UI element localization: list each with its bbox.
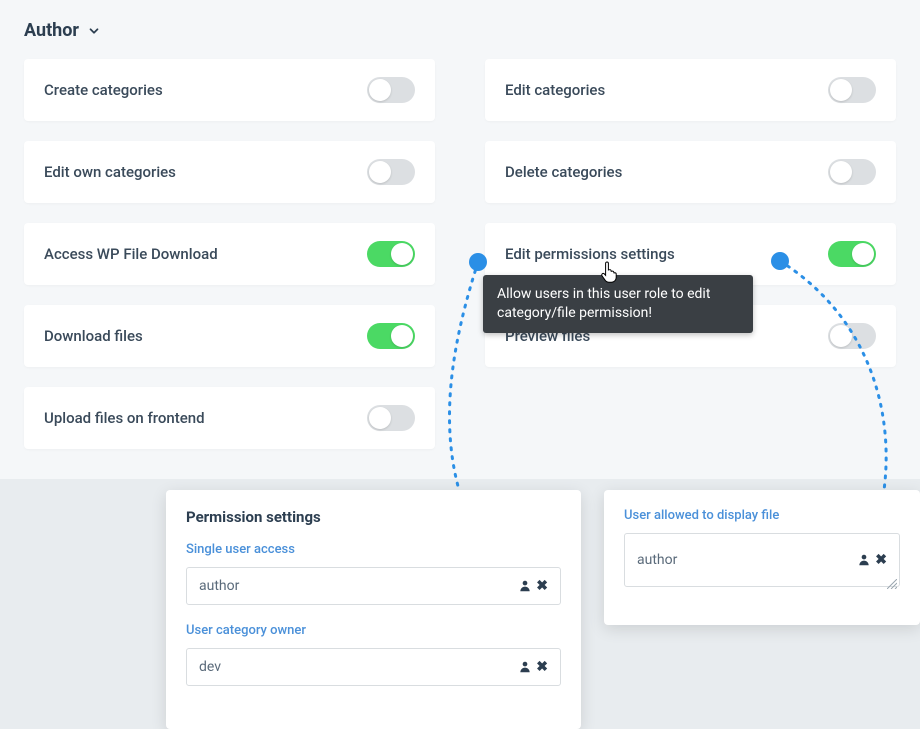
perm-label: Delete categories <box>505 163 622 181</box>
perm-label: Create categories <box>44 81 163 99</box>
panel-title: Permission settings <box>186 508 561 526</box>
chevron-down-icon <box>87 24 101 38</box>
resize-handle-icon[interactable] <box>887 574 897 584</box>
perm-access-wp-file-download: Access WP File Download <box>24 223 435 285</box>
perm-upload-files-frontend: Upload files on frontend <box>24 387 435 449</box>
panel-title: User allowed to display file <box>624 508 900 523</box>
perm-toggle[interactable] <box>367 241 415 267</box>
perm-edit-own-categories: Edit own categories <box>24 141 435 203</box>
perm-label: Upload files on frontend <box>44 409 205 427</box>
tag-value: dev <box>199 659 221 675</box>
person-icon <box>518 660 532 674</box>
perm-label: Edit permissions settings <box>505 245 675 263</box>
role-selector[interactable]: Author <box>24 20 896 41</box>
single-user-access-input[interactable]: author ✖ <box>186 567 561 605</box>
user-allowed-display-panel: User allowed to display file author ✖ <box>604 490 920 625</box>
perm-create-categories: Create categories <box>24 59 435 121</box>
perm-edit-categories: Edit categories <box>485 59 896 121</box>
perm-label: Access WP File Download <box>44 245 218 263</box>
close-icon[interactable]: ✖ <box>536 659 548 675</box>
single-user-access-label: Single user access <box>186 542 561 557</box>
tag-value: author <box>199 578 239 594</box>
cursor-hand-icon <box>600 260 620 288</box>
perm-toggle[interactable] <box>828 241 876 267</box>
user-category-owner-input[interactable]: dev ✖ <box>186 648 561 686</box>
perm-toggle[interactable] <box>367 159 415 185</box>
permissions-grid: Create categories Edit categories Edit o… <box>24 59 896 449</box>
person-icon <box>518 579 532 593</box>
perm-toggle[interactable] <box>367 77 415 103</box>
perm-download-files: Download files <box>24 305 435 367</box>
permission-settings-panel: Permission settings Single user access a… <box>166 490 581 729</box>
user-allowed-input[interactable]: author ✖ <box>624 533 900 587</box>
perm-toggle[interactable] <box>367 323 415 349</box>
perm-label: Edit own categories <box>44 163 176 181</box>
tag-value: author <box>637 552 677 568</box>
user-category-owner-label: User category owner <box>186 623 561 638</box>
perm-toggle[interactable] <box>828 159 876 185</box>
perm-label: Edit categories <box>505 81 605 99</box>
perm-label: Download files <box>44 327 143 345</box>
perm-toggle[interactable] <box>828 77 876 103</box>
permissions-panel: Author Create categories Edit categories… <box>0 0 920 479</box>
role-label: Author <box>24 20 79 41</box>
close-icon[interactable]: ✖ <box>536 578 548 594</box>
perm-toggle[interactable] <box>828 323 876 349</box>
perm-delete-categories: Delete categories <box>485 141 896 203</box>
close-icon[interactable]: ✖ <box>875 552 887 568</box>
perm-toggle[interactable] <box>367 405 415 431</box>
person-icon <box>857 553 871 567</box>
